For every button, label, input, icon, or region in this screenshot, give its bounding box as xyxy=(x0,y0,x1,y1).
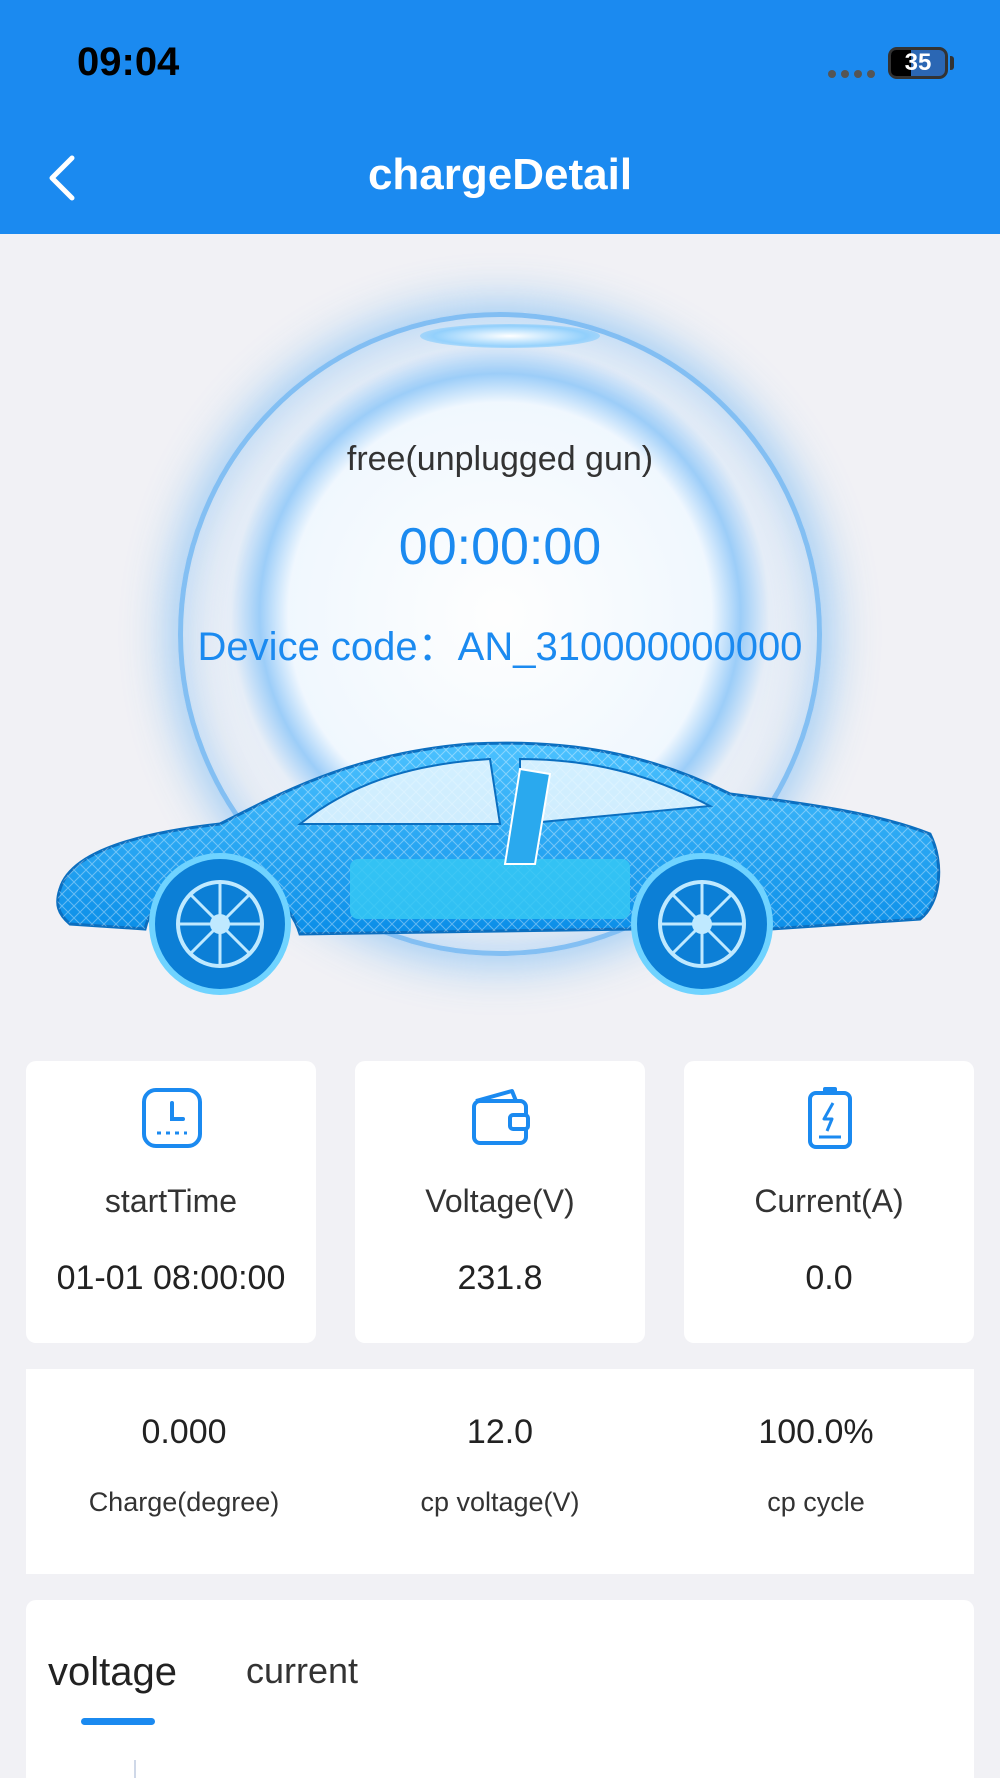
current-value: 0.0 xyxy=(805,1259,853,1297)
stat-card-voltage: Voltage(V) 231.8 xyxy=(355,1061,645,1343)
charging-hero: free(unplugged gun) 00:00:00 Device code… xyxy=(0,234,1000,1034)
tab-voltage[interactable]: voltage xyxy=(48,1650,177,1695)
device-code: Device code：AN_310000000000 xyxy=(197,625,803,669)
battery-level: 35 xyxy=(904,49,932,76)
rear-wheel xyxy=(631,853,773,995)
battery-icon: 35 xyxy=(888,47,948,79)
voltage-value: 231.8 xyxy=(457,1259,543,1297)
ring-highlight xyxy=(420,324,600,348)
stat-card-start-time: startTime 01-01 08:00:00 xyxy=(26,1061,316,1343)
charge-value: 0.000 xyxy=(141,1413,227,1451)
voltage-label: Voltage(V) xyxy=(425,1183,575,1219)
charge-timer: 00:00:00 xyxy=(398,518,602,576)
cp-cycle-value: 100.0% xyxy=(758,1413,874,1451)
battery-charging-icon xyxy=(808,1087,852,1149)
status-time: 09:04 xyxy=(77,40,180,84)
clock-icon xyxy=(142,1088,202,1148)
current-label: Current(A) xyxy=(754,1183,904,1219)
charge-label: Charge(degree) xyxy=(88,1487,280,1517)
car-illustration xyxy=(56,741,941,995)
signal-icon xyxy=(828,70,875,78)
battery-tip xyxy=(950,56,954,70)
chart-card: voltage current xyxy=(26,1600,974,1778)
chart-axis xyxy=(134,1760,136,1778)
metric-cp-cycle: 100.0% cp cycle xyxy=(658,1369,974,1574)
wallet-icon xyxy=(472,1089,530,1145)
app-header: 09:04 35 chargeDetail xyxy=(0,0,1000,234)
page-title: chargeDetail xyxy=(367,150,633,199)
cp-voltage-value: 12.0 xyxy=(466,1413,534,1451)
metric-cp-voltage: 12.0 cp voltage(V) xyxy=(342,1369,658,1574)
metric-charge: 0.000 Charge(degree) xyxy=(26,1369,342,1574)
front-wheel xyxy=(149,853,291,995)
tab-current[interactable]: current xyxy=(246,1650,358,1692)
start-time-label: startTime xyxy=(104,1183,238,1219)
stat-card-current: Current(A) 0.0 xyxy=(684,1061,974,1343)
charge-status: free(unplugged gun) xyxy=(346,440,654,478)
metrics-panel: 0.000 Charge(degree) 12.0 cp voltage(V) … xyxy=(26,1369,974,1574)
start-time-value: 01-01 08:00:00 xyxy=(56,1259,286,1297)
cp-cycle-label: cp cycle xyxy=(767,1487,865,1517)
cp-voltage-label: cp voltage(V) xyxy=(420,1487,580,1517)
active-tab-indicator xyxy=(81,1718,155,1725)
